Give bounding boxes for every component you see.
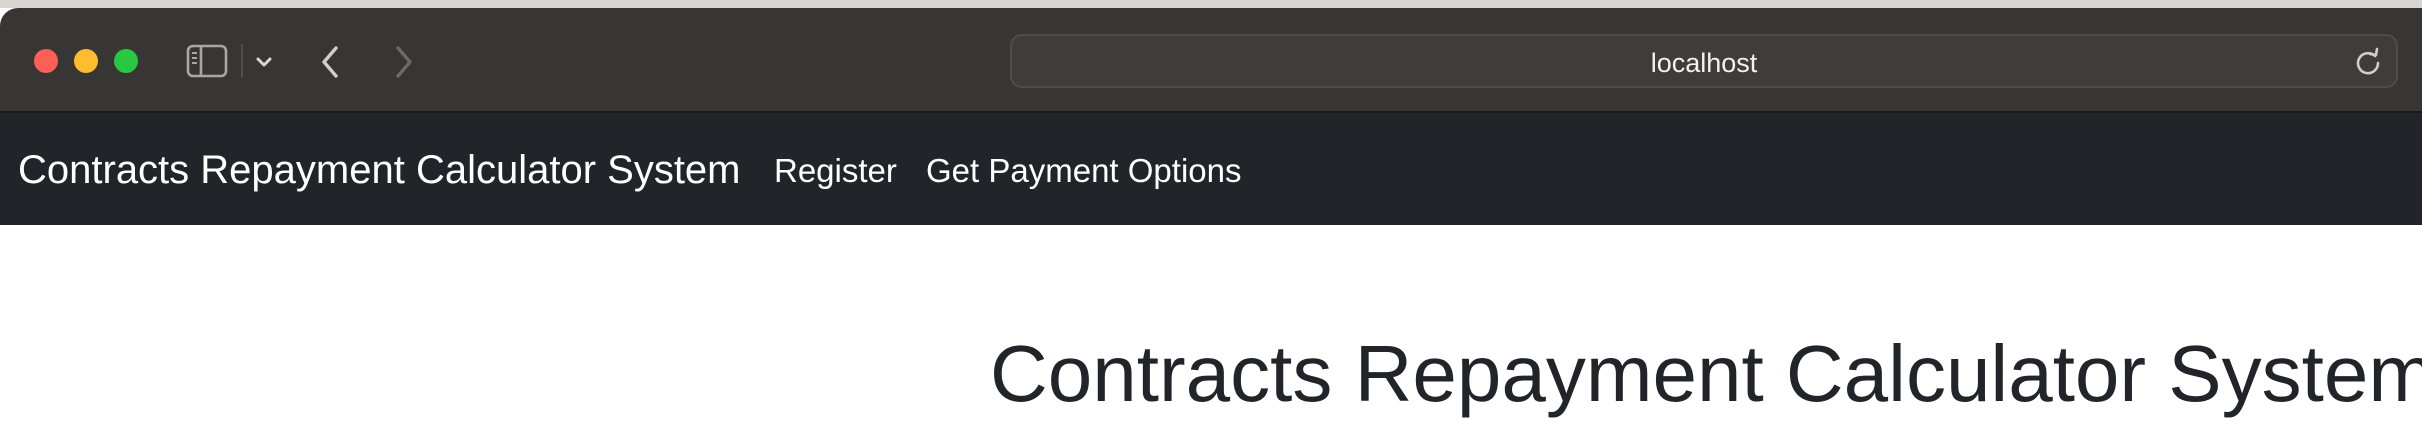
navbar-brand-link[interactable]: Contracts Repayment Calculator System bbox=[18, 147, 741, 193]
zoom-window-button[interactable] bbox=[114, 49, 138, 73]
address-url: localhost bbox=[1650, 48, 1758, 78]
nav-link-register[interactable]: Register bbox=[774, 151, 897, 191]
browser-toolbar: localhost bbox=[0, 8, 2422, 113]
forward-arrow-icon[interactable] bbox=[388, 42, 418, 82]
chevron-down-icon[interactable] bbox=[252, 50, 276, 74]
nav-link-get-payment-options[interactable]: Get Payment Options bbox=[926, 151, 1241, 191]
toolbar-divider bbox=[241, 44, 243, 78]
page-title: Contracts Repayment Calculator System bbox=[990, 329, 2422, 418]
reload-icon[interactable] bbox=[2352, 46, 2384, 78]
minimize-window-button[interactable] bbox=[74, 49, 98, 73]
close-window-button[interactable] bbox=[34, 49, 58, 73]
site-navbar: Contracts Repayment Calculator System Re… bbox=[0, 113, 2422, 225]
back-arrow-icon[interactable] bbox=[316, 42, 346, 82]
window-top-edge bbox=[0, 0, 2422, 8]
sidebar-icon[interactable] bbox=[186, 44, 228, 78]
browser-window: localhost Contracts Repayment Calculator… bbox=[0, 0, 2422, 440]
address-bar[interactable]: localhost bbox=[1010, 34, 2398, 88]
